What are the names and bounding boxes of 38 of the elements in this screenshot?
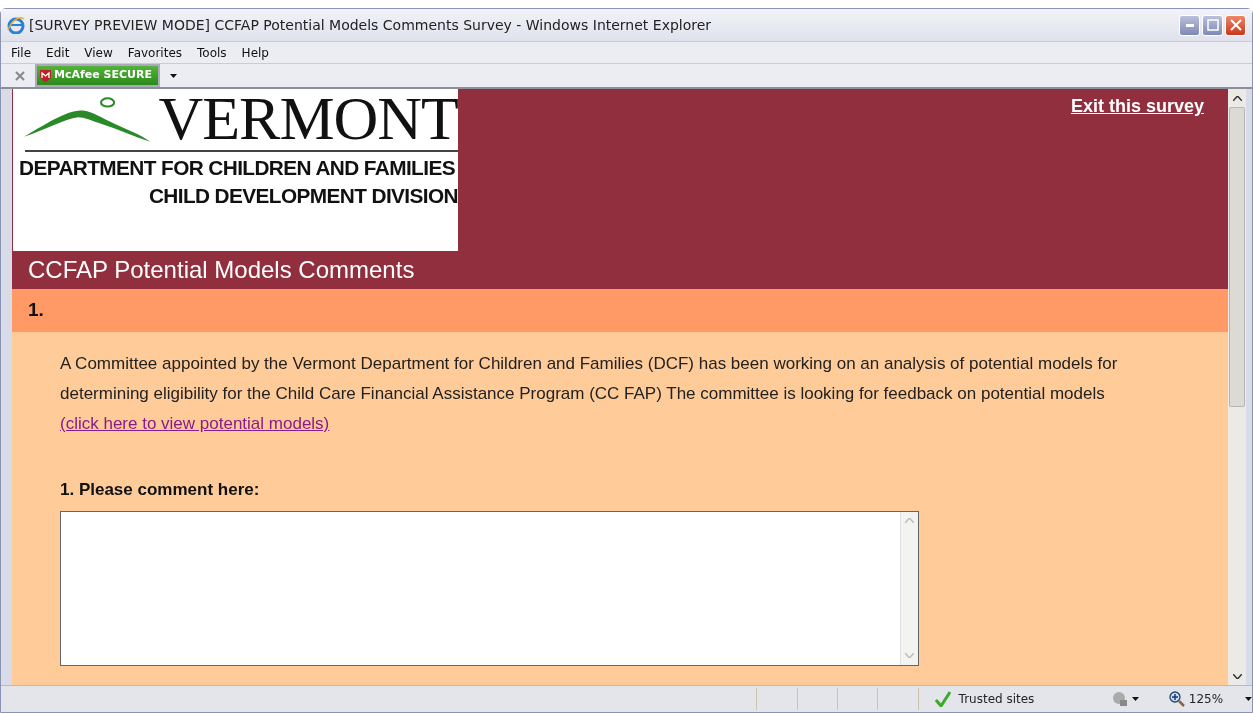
window-title: [SURVEY PREVIEW MODE] CCFAP Potential Models Comments Survey - Windows Internet Explorer [29,15,713,35]
menu-item[interactable]: View [78,43,122,62]
potential-models-link[interactable]: (click here to view potential models) [60,414,330,433]
scroll-up-icon [1232,95,1242,101]
vermont-dcf-logo: VERMONT DEPARTMENT FOR CHILDREN AND FAMILIES CHILD DEVELOPMENT DIVISION [13,89,458,251]
shield-icon [40,69,51,82]
page-scrollbar[interactable] [1228,89,1246,685]
menu-item[interactable]: Edit [40,43,79,62]
intro-text: A Committee appointed by the Vermont Department for Children and Families (DCF) has been working on an analysis of potential models for determining eligibility for the Child Care Financial Assistance Program (CC FAP) The committee is looking for feedback on potential models (click here to view potential models) [60,353,1119,435]
maximize-icon [1206,19,1219,31]
scroll-up-icon [905,518,914,523]
comment-field[interactable] [60,510,919,666]
question-label: 1. Please comment here: [60,479,261,501]
maximize-button[interactable] [1202,14,1223,36]
menu-item[interactable]: Favorites [121,43,192,62]
dropdown-arrow-icon[interactable] [1131,697,1139,701]
exit-survey-link[interactable]: Exit this survey [1070,93,1204,251]
textarea-scrollbar[interactable] [900,511,918,665]
close-button[interactable] [1225,14,1246,36]
zoom-icon[interactable] [1168,691,1185,707]
menu-item[interactable]: File [5,43,41,62]
dropdown-arrow-icon[interactable] [169,73,177,78]
close-icon[interactable] [15,70,25,81]
minimize-icon [1185,23,1194,27]
close-icon [1229,19,1242,31]
page-number: 1. [12,289,1228,332]
scrollbar-thumb[interactable] [1229,107,1245,407]
browser-logo-icon [7,16,25,34]
minimize-button[interactable] [1179,14,1200,36]
menu-item[interactable]: Tools [191,43,236,62]
checkmark-icon [934,691,951,707]
security-zone-text: Trusted sites [958,691,1035,708]
survey-title: CCFAP Potential Models Comments [27,255,416,285]
menu-item[interactable]: Help [235,43,278,62]
zoom-level[interactable]: 125% [1188,690,1224,708]
scroll-down-icon [1232,673,1242,679]
dropdown-arrow-icon[interactable] [1245,697,1253,701]
scroll-down-icon [905,653,914,658]
